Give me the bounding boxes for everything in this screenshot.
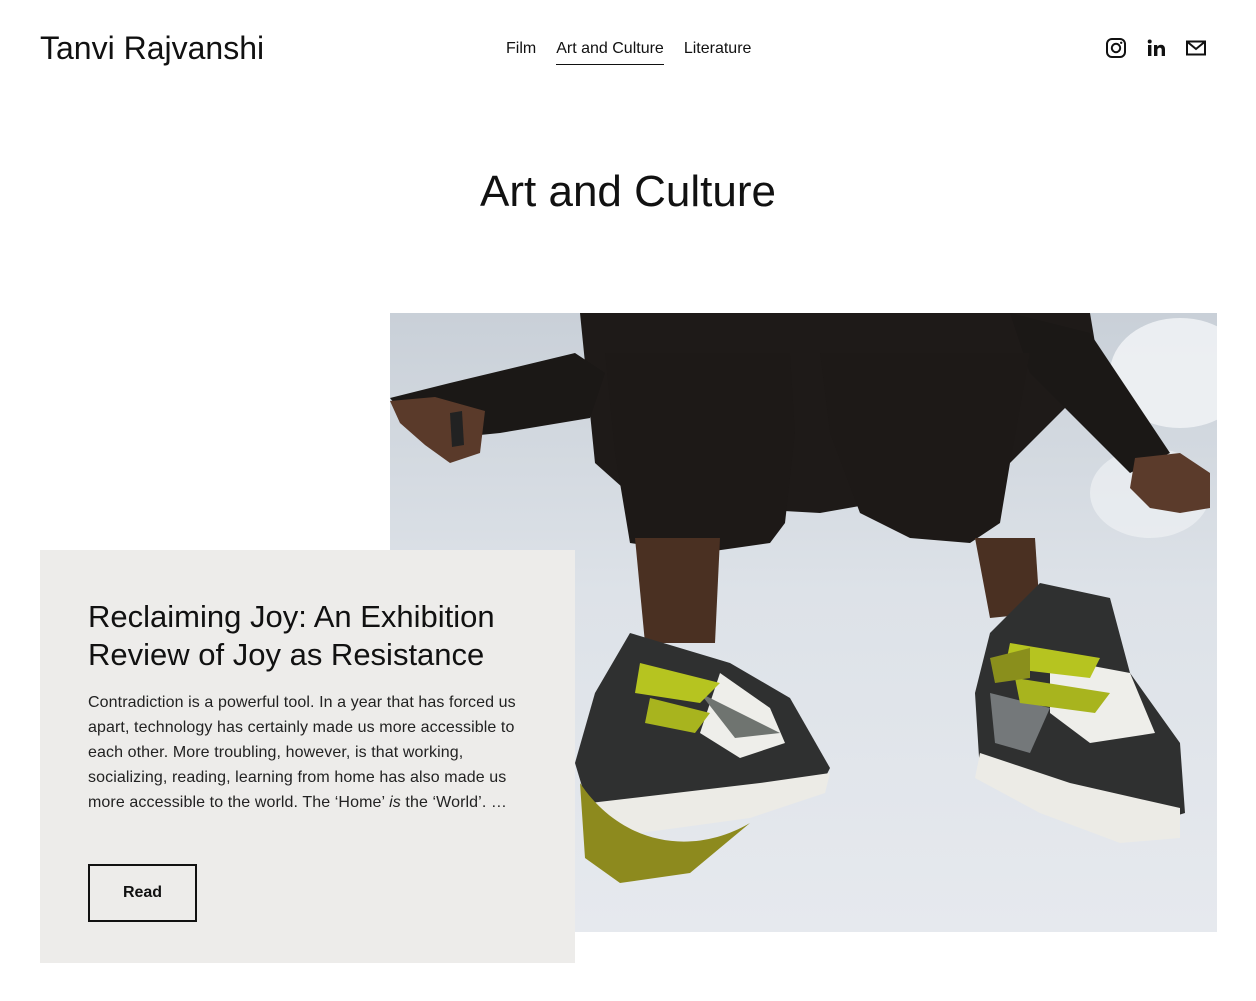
nav-item-literature[interactable]: Literature: [684, 38, 752, 65]
post-card: Reclaiming Joy: An Exhibition Review of …: [40, 550, 575, 963]
site-title-link[interactable]: Tanvi Rajvanshi: [40, 28, 264, 68]
read-button[interactable]: Read: [88, 864, 197, 922]
nav-item-film[interactable]: Film: [506, 38, 536, 65]
post-excerpt-emphasis: is: [389, 794, 401, 811]
linkedin-icon: [1147, 39, 1165, 56]
page-title: Art and Culture: [480, 167, 776, 216]
post-title[interactable]: Reclaiming Joy: An Exhibition Review of …: [88, 598, 528, 674]
email-link[interactable]: [1185, 36, 1207, 60]
main-nav: Film Art and Culture Literature: [506, 38, 751, 65]
linkedin-link[interactable]: [1145, 36, 1167, 60]
post-excerpt: Contradiction is a powerful tool. In a y…: [88, 690, 528, 815]
email-icon: [1186, 40, 1206, 56]
instagram-link[interactable]: [1105, 36, 1127, 60]
site-header: Tanvi Rajvanshi Film Art and Culture Lit…: [0, 0, 1256, 100]
post-excerpt-ending: the ‘World’. …: [400, 794, 508, 811]
instagram-icon: [1106, 38, 1126, 58]
nav-item-art-and-culture[interactable]: Art and Culture: [556, 38, 664, 65]
social-links: [1105, 36, 1207, 60]
